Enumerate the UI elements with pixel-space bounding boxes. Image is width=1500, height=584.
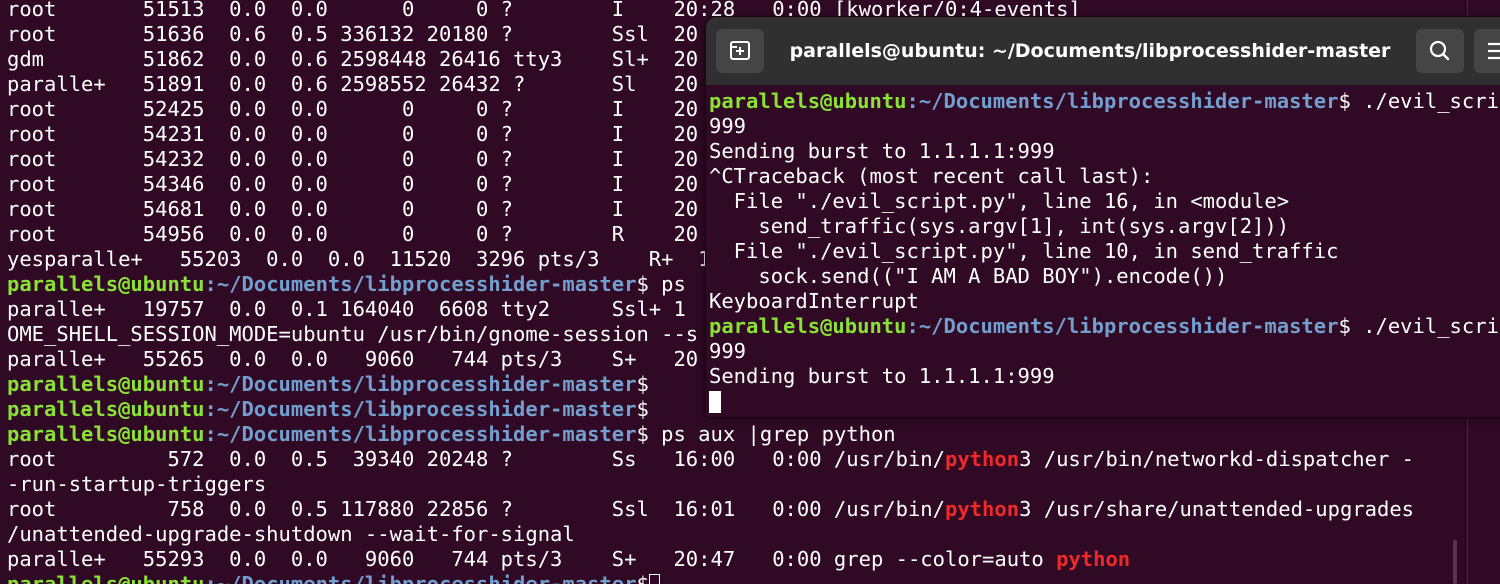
output-line: gdm 51862 0.0 0.6 2598448 26416 tty3 Sl+…	[7, 47, 699, 71]
output-line: yesparalle+ 55203 0.0 0.0 11520 3296 pts…	[7, 247, 711, 271]
prompt-path: :~/Documents/libprocesshider-master	[204, 572, 637, 584]
prompt-symbol: $	[636, 422, 649, 446]
new-tab-button[interactable]	[716, 29, 764, 73]
output-segment: root 572 0.0 0.5 39340 20248 ? Ss 16:00 …	[7, 447, 945, 471]
output-line: paralle+ 51891 0.0 0.6 2598552 26432 ? S…	[7, 72, 699, 96]
prompt-line: parallels@ubuntu:~/Documents/libprocessh…	[7, 422, 896, 447]
prompt-symbol: $	[636, 372, 649, 396]
search-button[interactable]	[1416, 29, 1464, 73]
window-title: parallels@ubuntu: ~/Documents/libprocess…	[789, 40, 1391, 62]
new-tab-icon	[730, 41, 750, 60]
cursor-line	[709, 389, 721, 414]
output-line: /unattended-upgrade-shutdown --wait-for-…	[7, 522, 575, 546]
prompt-user: parallels@ubuntu	[709, 314, 907, 338]
output-line: root 52425 0.0 0.0 0 0 ? I 20	[7, 97, 699, 121]
output-line: send_traffic(sys.argv[1], int(sys.argv[2…	[709, 214, 1290, 238]
output-line: 999	[709, 114, 747, 138]
scrollbar-thumb[interactable]	[1453, 540, 1457, 584]
output-segment: root 758 0.0 0.5 117880 22856 ? Ssl 16:0…	[7, 497, 945, 521]
prompt-symbol: $	[636, 397, 649, 421]
prompt-path: :~/Documents/libprocesshider-master	[204, 422, 637, 446]
output-line: Sending burst to 1.1.1.1:999	[709, 139, 1055, 163]
output-segment: 3 /usr/share/unattended-upgrades	[1019, 497, 1415, 521]
prompt-user: parallels@ubuntu	[709, 89, 907, 113]
output-line: 999	[709, 339, 747, 363]
output-line: root 54346 0.0 0.0 0 0 ? I 20	[7, 172, 699, 196]
output-line: paralle+ 55293 0.0 0.0 9060 744 pts/3 S+…	[7, 547, 1130, 572]
menu-button[interactable]	[1474, 29, 1500, 73]
output-line: root 572 0.0 0.5 39340 20248 ? Ss 16:00 …	[7, 447, 1414, 472]
hamburger-menu-icon	[1488, 42, 1500, 60]
output-line: root 758 0.0 0.5 117880 22856 ? Ssl 16:0…	[7, 497, 1414, 522]
prompt-line: parallels@ubuntu:~/Documents/libprocessh…	[709, 89, 1500, 114]
output-line: File "./evil_script.py", line 10, in sen…	[709, 239, 1339, 263]
prompt-user: parallels@ubuntu	[7, 397, 205, 421]
command-text: ./evil_script.py 1.1.1.1 999	[1363, 314, 1500, 338]
output-line: Sending burst to 1.1.1.1:999	[709, 364, 1055, 388]
match-highlight: python	[1056, 547, 1131, 571]
prompt-line: parallels@ubuntu:~/Documents/libprocessh…	[7, 572, 660, 584]
prompt-path: :~/Documents/libprocesshider-master	[906, 89, 1339, 113]
terminal-output-area[interactable]: parallels@ubuntu:~/Documents/libprocessh…	[706, 85, 1500, 417]
window-titlebar[interactable]: parallels@ubuntu: ~/Documents/libprocess…	[706, 17, 1500, 85]
prompt-path: :~/Documents/libprocesshider-master	[204, 272, 637, 296]
command-text: ps	[648, 272, 686, 296]
command-text: ./evil_script.py 1.1.1.1 999	[1363, 89, 1500, 113]
prompt-path: :~/Documents/libprocesshider-master	[204, 397, 637, 421]
output-line: paralle+ 55265 0.0 0.0 9060 744 pts/3 S+…	[7, 347, 699, 371]
command-text: ps aux |grep python	[648, 422, 896, 446]
output-line: paralle+ 19757 0.0 0.1 164040 6608 tty2 …	[7, 297, 686, 321]
prompt-line: parallels@ubuntu:~/Documents/libprocessh…	[7, 372, 649, 397]
prompt-user: parallels@ubuntu	[7, 272, 205, 296]
prompt-line: parallels@ubuntu:~/Documents/libprocessh…	[709, 314, 1500, 339]
output-line: root 54231 0.0 0.0 0 0 ? I 20	[7, 122, 699, 146]
prompt-symbol: $	[1338, 314, 1351, 338]
prompt-line: parallels@ubuntu:~/Documents/libprocessh…	[7, 397, 649, 422]
output-line: root 54232 0.0 0.0 0 0 ? I 20	[7, 147, 699, 171]
output-line: root 51636 0.6 0.5 336132 20180 ? Ssl 20	[7, 22, 699, 46]
output-line: -run-startup-triggers	[7, 472, 267, 496]
prompt-symbol: $	[1338, 89, 1351, 113]
match-highlight: python	[945, 447, 1020, 471]
output-line: KeyboardInterrupt	[709, 289, 919, 313]
prompt-user: parallels@ubuntu	[7, 372, 205, 396]
output-segment: 3 /usr/bin/networkd-dispatcher -	[1019, 447, 1415, 471]
output-line: sock.send(("I AM A BAD BOY").encode())	[709, 264, 1228, 288]
prompt-line: parallels@ubuntu:~/Documents/libprocessh…	[7, 272, 686, 297]
output-segment: paralle+ 55293 0.0 0.0 9060 744 pts/3 S+…	[7, 547, 1057, 571]
output-line: ^CTraceback (most recent call last):	[709, 164, 1154, 188]
prompt-user: parallels@ubuntu	[7, 422, 205, 446]
terminal-cursor	[709, 391, 721, 413]
prompt-path: :~/Documents/libprocesshider-master	[204, 372, 637, 396]
terminal-cursor	[648, 574, 660, 584]
output-line: root 54956 0.0 0.0 0 0 ? R 20	[7, 222, 699, 246]
prompt-user: parallels@ubuntu	[7, 572, 205, 584]
foreground-terminal-window[interactable]: parallels@ubuntu: ~/Documents/libprocess…	[706, 17, 1500, 417]
prompt-symbol: $	[636, 572, 649, 584]
prompt-symbol: $	[636, 272, 649, 296]
output-line: File "./evil_script.py", line 16, in <mo…	[709, 189, 1290, 213]
output-line: root 54681 0.0 0.0 0 0 ? I 20	[7, 197, 699, 221]
search-icon	[1429, 40, 1450, 61]
match-highlight: python	[945, 497, 1020, 521]
output-line: OME_SHELL_SESSION_MODE=ubuntu /usr/bin/g…	[7, 322, 699, 346]
prompt-path: :~/Documents/libprocesshider-master	[906, 314, 1339, 338]
